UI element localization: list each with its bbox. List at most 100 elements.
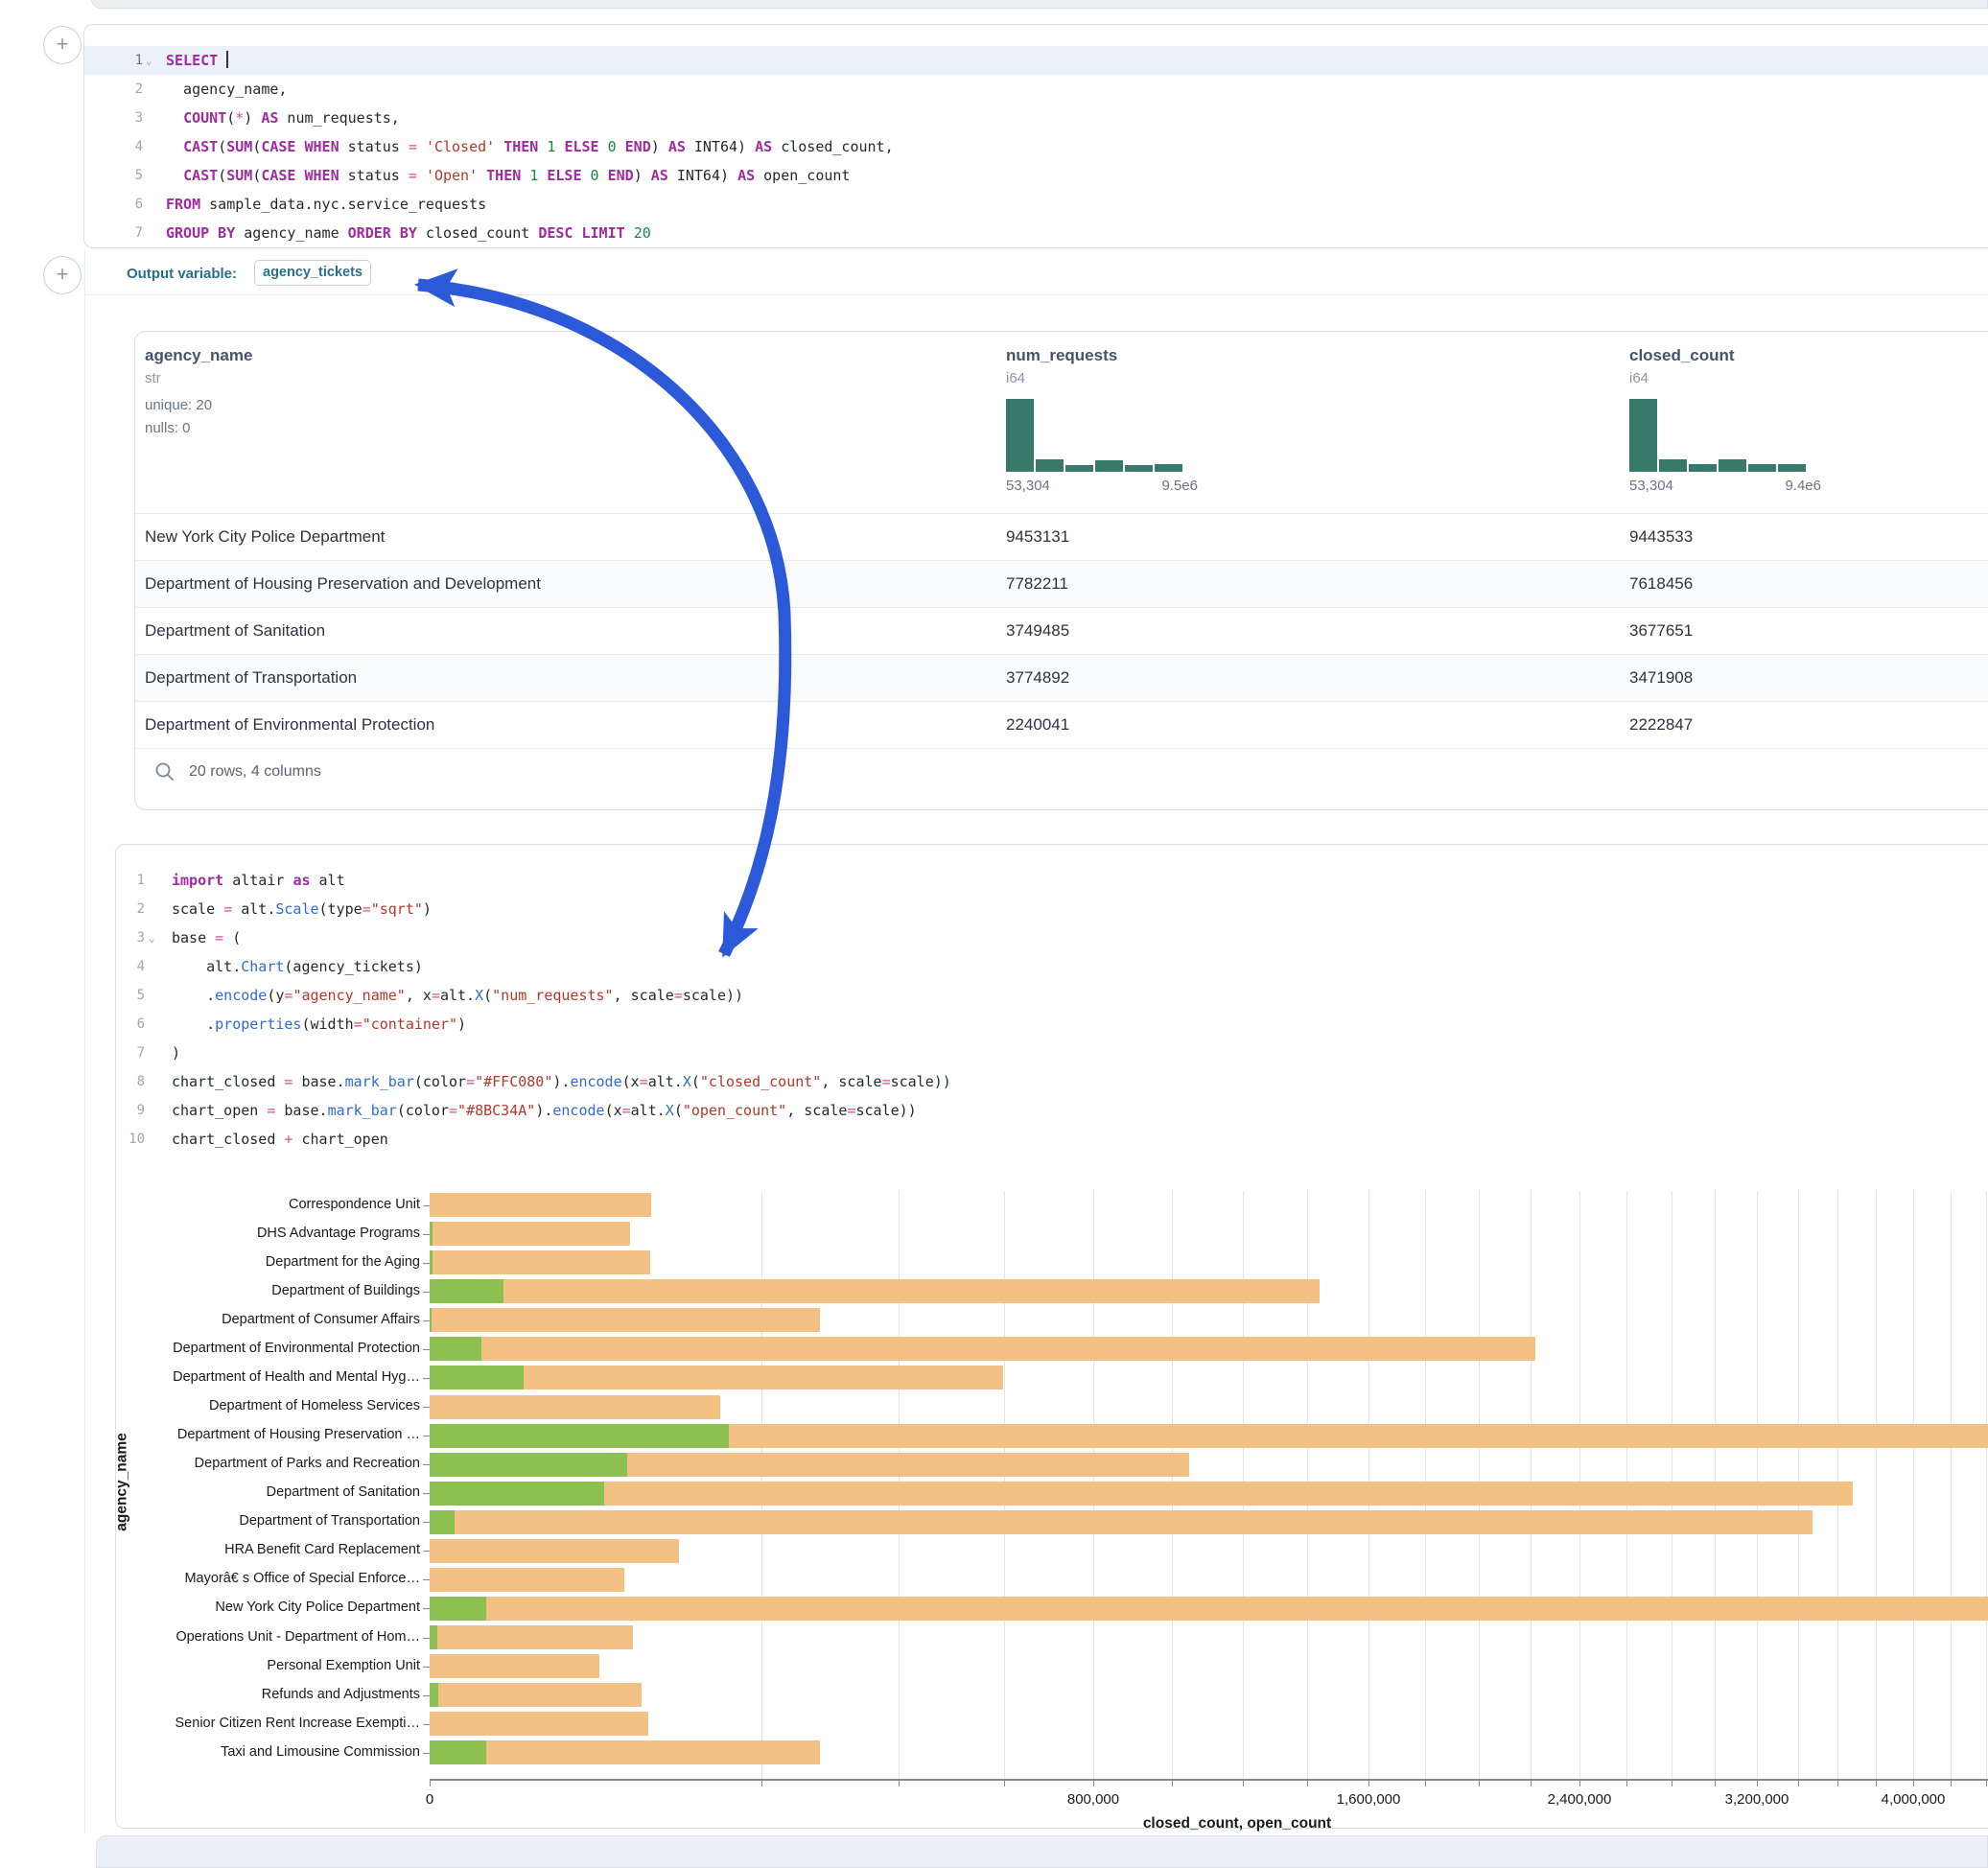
sql-cell[interactable]: 1⌄SELECT2 agency_name,3 COUNT(*) AS num_… <box>83 24 1988 248</box>
table-cell: 9443533 <box>1629 514 1693 560</box>
code-text: COUNT(*) AS num_requests, <box>166 104 400 132</box>
bar-closed <box>430 1625 633 1649</box>
code-line[interactable]: 5 .encode(y="agency_name", x=alt.X("num_… <box>116 981 1988 1010</box>
code-line[interactable]: 3⌄base = ( <box>116 923 1988 952</box>
code-line[interactable]: 2 agency_name, <box>84 75 1988 104</box>
output-variable-pill[interactable]: agency_tickets <box>254 260 371 286</box>
add-cell-button-output[interactable]: + <box>43 256 82 294</box>
bar-closed <box>430 1250 650 1274</box>
column-stat-nulls: nulls: 0 <box>145 420 191 436</box>
code-line[interactable]: 7) <box>116 1039 1988 1067</box>
x-axis-tick <box>1093 1781 1094 1786</box>
x-axis-tick <box>1715 1781 1716 1786</box>
y-axis-tick <box>423 1320 430 1321</box>
fold-chevron-icon[interactable]: ⌄ <box>146 47 152 76</box>
code-line[interactable]: 1import altair as alt <box>116 866 1988 895</box>
line-number: 2 <box>116 895 145 923</box>
code-line[interactable]: 2 scale = alt.Scale(type="sqrt") <box>116 895 1988 923</box>
histogram-bar <box>1065 465 1093 472</box>
table-cell: 3774892 <box>1006 655 1069 701</box>
text-cursor <box>226 51 228 68</box>
line-number: 4 <box>84 132 143 161</box>
section-divider <box>84 294 1988 295</box>
y-axis-tick <box>423 1263 430 1264</box>
y-axis-tick <box>423 1522 430 1523</box>
bar-open <box>430 1453 627 1477</box>
histogram-bar <box>1155 464 1182 472</box>
x-axis-tick-label: 3,200,000 <box>1690 1791 1824 1808</box>
bar-closed <box>430 1597 1988 1621</box>
y-axis-tick <box>423 1579 430 1580</box>
code-line[interactable]: 7GROUP BY agency_name ORDER BY closed_co… <box>84 219 1988 247</box>
y-axis-label: Department of Homeless Services <box>132 1398 420 1413</box>
row-count-label: 20 rows, 4 columns <box>189 749 321 795</box>
code-line[interactable]: 8chart_closed = base.mark_bar(color="#FF… <box>116 1067 1988 1096</box>
line-number: 9 <box>116 1096 145 1125</box>
x-axis-tick <box>1913 1781 1914 1786</box>
dataframe-preview-card: agency_name str unique: 20 nulls: 0 num_… <box>134 331 1988 810</box>
y-axis-tick <box>423 1724 430 1725</box>
code-line[interactable]: 9chart_open = base.mark_bar(color="#8BC3… <box>116 1096 1988 1125</box>
code-text: .encode(y="agency_name", x=alt.X("num_re… <box>172 981 743 1010</box>
x-axis-tick <box>761 1781 762 1786</box>
bar-closed <box>430 1510 1813 1534</box>
code-line[interactable]: 4 CAST(SUM(CASE WHEN status = 'Closed' T… <box>84 132 1988 161</box>
code-line[interactable]: 4 alt.Chart(agency_tickets) <box>116 952 1988 981</box>
y-axis-tick <box>423 1407 430 1408</box>
cell-spine <box>84 249 85 1833</box>
fold-chevron-icon[interactable]: ⌄ <box>149 924 155 953</box>
x-axis-title: closed_count, open_count <box>949 1815 1525 1833</box>
column-type: str <box>145 370 161 386</box>
bar-open <box>430 1510 455 1534</box>
code-line[interactable]: 5 CAST(SUM(CASE WHEN status = 'Open' THE… <box>84 161 1988 190</box>
y-axis-tick <box>423 1493 430 1494</box>
y-axis-label: Senior Citizen Rent Increase Exempti… <box>132 1716 420 1731</box>
table-body: New York City Police Department945313194… <box>135 513 1988 748</box>
x-axis-tick <box>1479 1781 1480 1786</box>
code-line[interactable]: 1⌄SELECT <box>84 46 1988 75</box>
x-axis-tick <box>1986 1781 1987 1786</box>
bar-closed <box>430 1395 720 1419</box>
y-axis-tick <box>423 1234 430 1235</box>
code-line[interactable]: 3 COUNT(*) AS num_requests, <box>84 104 1988 132</box>
x-axis-tick-label: 0 <box>363 1791 497 1808</box>
add-cell-button-top[interactable]: + <box>43 26 82 64</box>
line-number: 2 <box>84 75 143 104</box>
code-line[interactable]: 6FROM sample_data.nyc.service_requests <box>84 190 1988 219</box>
y-axis-label: Department of Transportation <box>132 1513 420 1529</box>
table-row: Department of Transportation377489234719… <box>135 654 1988 701</box>
python-code-editor[interactable]: 1import altair as alt2 scale = alt.Scale(… <box>116 845 1988 1161</box>
code-text: .properties(width="container") <box>172 1010 466 1039</box>
histogram-max-label: 9.5e6 <box>1161 478 1198 494</box>
sql-code-editor[interactable]: 1⌄SELECT2 agency_name,3 COUNT(*) AS num_… <box>84 25 1988 247</box>
bar-open <box>430 1424 729 1448</box>
code-line[interactable]: 10chart_closed + chart_open <box>116 1125 1988 1154</box>
histogram-bar <box>1778 464 1806 472</box>
y-axis-label: Operations Unit - Department of Hom… <box>132 1629 420 1645</box>
x-axis-tick <box>1368 1781 1369 1786</box>
bar-closed <box>430 1193 651 1217</box>
table-cell: 7618456 <box>1629 561 1693 607</box>
line-number: 1 <box>116 866 145 895</box>
x-axis-tick-label: 4,000,000 <box>1846 1791 1980 1808</box>
line-number: 5 <box>84 161 143 190</box>
code-text: scale = alt.Scale(type="sqrt") <box>172 895 432 923</box>
code-text: alt.Chart(agency_tickets) <box>172 952 423 981</box>
grid-line <box>1913 1191 1914 1779</box>
line-number: 5 <box>116 981 145 1010</box>
bar-closed <box>430 1654 599 1678</box>
x-axis-tick-label: 800,000 <box>1026 1791 1160 1808</box>
line-number: 7 <box>116 1039 145 1067</box>
table-cell: Department of Sanitation <box>145 608 325 654</box>
code-line[interactable]: 6 .properties(width="container") <box>116 1010 1988 1039</box>
line-number: 1 <box>84 46 143 75</box>
bar-closed <box>430 1279 1320 1303</box>
y-axis-tick <box>423 1205 430 1206</box>
search-icon[interactable] <box>154 761 175 782</box>
bar-open <box>430 1279 503 1303</box>
histogram-bar <box>1689 464 1717 472</box>
histogram-range-labels: 53,304 9.5e6 <box>1006 478 1198 494</box>
line-number: 8 <box>116 1067 145 1096</box>
x-axis-tick <box>1876 1781 1877 1786</box>
y-axis-label: Taxi and Limousine Commission <box>132 1744 420 1760</box>
